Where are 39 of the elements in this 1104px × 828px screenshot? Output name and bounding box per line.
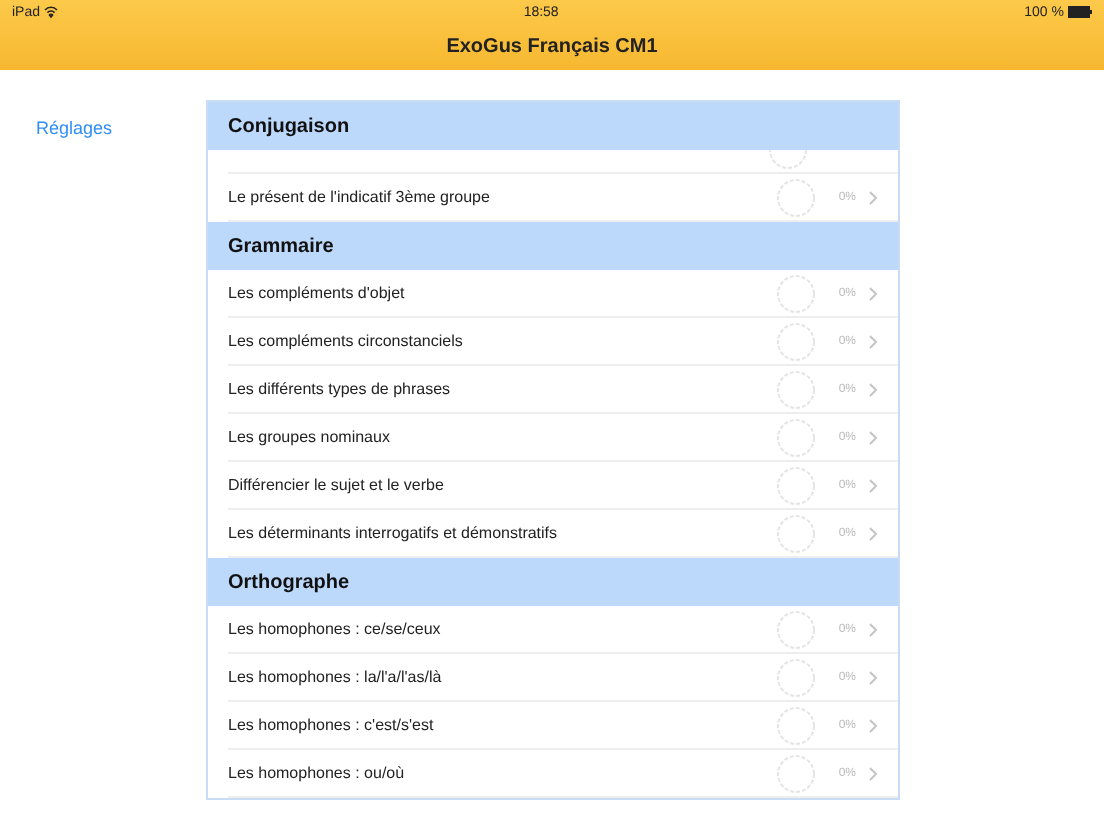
progress-circle-icon bbox=[776, 273, 816, 313]
progress-circle-icon bbox=[776, 753, 816, 793]
section-header: Grammaire bbox=[208, 222, 898, 270]
chevron-right-icon bbox=[868, 621, 878, 637]
lesson-title: Les homophones : ce/se/ceux bbox=[228, 620, 443, 638]
lesson-title: Les groupes nominaux bbox=[228, 428, 392, 446]
lesson-title: Les homophones : ou/où bbox=[228, 764, 407, 782]
battery-icon bbox=[1068, 6, 1092, 18]
lesson-title: Les homophones : c'est/s'est bbox=[228, 716, 436, 734]
chevron-right-icon bbox=[868, 717, 878, 733]
chevron-right-icon bbox=[868, 525, 878, 541]
progress-circle-icon bbox=[776, 513, 816, 553]
section-header: Orthographe bbox=[208, 558, 898, 606]
progress-circle-icon bbox=[776, 369, 816, 409]
nav-title: ExoGus Français CM1 bbox=[446, 36, 658, 58]
lesson-title: Différencier le sujet et le verbe bbox=[228, 476, 446, 494]
progress-circle-icon bbox=[776, 705, 816, 745]
chevron-right-icon bbox=[868, 765, 878, 781]
chevron-right-icon bbox=[868, 669, 878, 685]
progress-circle-icon bbox=[776, 657, 816, 697]
wifi-icon bbox=[44, 6, 59, 18]
progress-circle-icon bbox=[776, 321, 816, 361]
lesson-title: Le présent de l'indicatif 3ème groupe bbox=[228, 188, 492, 206]
progress-circle-icon bbox=[776, 609, 816, 649]
progress-circle-icon bbox=[776, 465, 816, 505]
chevron-right-icon bbox=[868, 381, 878, 397]
lesson-title: Les déterminants interrogatifs et démonstratifs bbox=[228, 524, 560, 542]
lesson-title: Les homophones : la/l'a/l'as/là bbox=[228, 668, 444, 686]
progress-circle-icon bbox=[776, 417, 816, 457]
chevron-right-icon bbox=[868, 429, 878, 445]
chevron-right-icon bbox=[868, 333, 878, 349]
lesson-title: Les compléments circonstanciels bbox=[228, 332, 465, 350]
chevron-right-icon bbox=[868, 189, 878, 205]
progress-circle-icon bbox=[776, 177, 816, 217]
chevron-right-icon bbox=[868, 477, 878, 493]
section-header: Conjugaison bbox=[208, 102, 898, 150]
lesson-title: Les différents types de phrases bbox=[228, 380, 453, 398]
lesson-title: Les compléments d'objet bbox=[228, 284, 407, 302]
chevron-right-icon bbox=[868, 285, 878, 301]
